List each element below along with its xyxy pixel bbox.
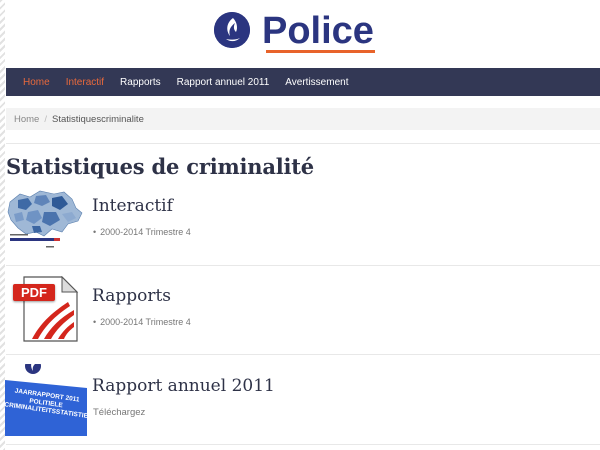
page-title: Statistiques de criminalité [6,154,314,179]
nav-home[interactable]: Home [23,77,50,88]
item-title-interactif[interactable]: Interactif [92,196,173,216]
pdf-label: PDF [13,284,55,301]
breadcrumb: Home / Statistiquescriminalite [6,108,600,130]
pdf-icon[interactable]: PDF [10,276,80,342]
nav-rapports[interactable]: Rapports [120,77,161,88]
divider [6,265,600,266]
divider [6,143,600,144]
breadcrumb-current: Statistiquescriminalite [51,113,144,125]
breadcrumb-home[interactable]: Home [14,114,39,125]
police-flame-icon [214,12,250,48]
police-logo[interactable]: Police [214,6,374,54]
belgium-map-thumbnail[interactable] [6,188,86,254]
main-navbar: Home Interactif Rapports Rapport annuel … [6,68,600,96]
breadcrumb-separator: / [44,113,47,125]
divider [6,444,600,445]
nav-interactif[interactable]: Interactif [66,77,104,88]
item-subtitle-interactif: 2000-2014 Trimestre 4 [93,227,191,237]
item-download-link[interactable]: Téléchargez [93,407,145,418]
item-subtitle-rapports: 2000-2014 Trimestre 4 [93,317,191,327]
police-logo-text: Police [262,10,374,52]
logo-underline [266,50,375,53]
nav-avertissement[interactable]: Avertissement [285,77,348,88]
nav-rapport-annuel-2011[interactable]: Rapport annuel 2011 [177,77,270,88]
annual-report-cover[interactable]: JAARRAPPORT 2011 POLITIELE CRIMINALITEIT… [5,364,87,436]
divider [6,354,600,355]
item-title-rapports[interactable]: Rapports [92,286,171,306]
item-title-rapport-annuel-2011[interactable]: Rapport annuel 2011 [92,376,275,396]
